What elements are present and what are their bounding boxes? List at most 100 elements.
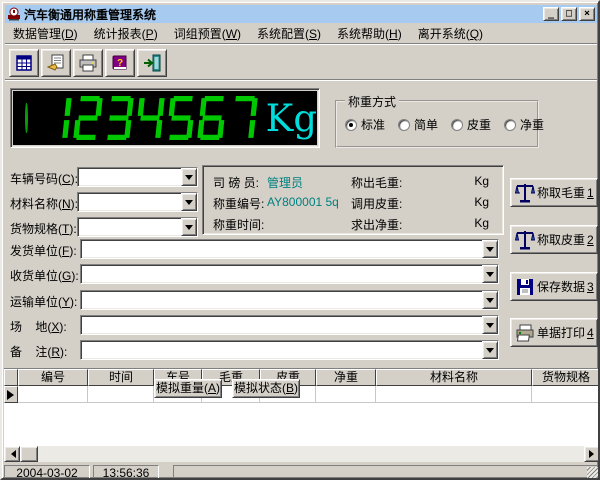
gross-weight-label: 称出毛重: xyxy=(351,174,402,191)
print-receipt-key: 4 xyxy=(587,326,594,340)
material-name-value[interactable] xyxy=(78,193,181,211)
weigh-mode-radio[interactable] xyxy=(451,119,463,131)
receiver-dropdown[interactable] xyxy=(482,265,498,283)
receiver-combo[interactable] xyxy=(80,264,499,284)
shipper-value[interactable] xyxy=(81,240,482,258)
maximize-button[interactable]: □ xyxy=(561,7,577,21)
led-digits xyxy=(41,96,258,140)
simulate-status-button[interactable]: 模拟状态(B) xyxy=(232,379,300,398)
goods-spec-value[interactable] xyxy=(78,218,181,236)
table-row[interactable] xyxy=(4,386,600,403)
remark-value[interactable] xyxy=(81,341,482,359)
vehicle-number-dropdown[interactable] xyxy=(181,168,197,186)
goods-spec-combo[interactable] xyxy=(77,217,198,237)
cell-net[interactable] xyxy=(316,386,376,403)
menu-exit-system[interactable]: 离开系统(Q) xyxy=(410,23,491,44)
shipper-label: 发货单位(F): xyxy=(10,242,77,259)
stable-indicator-lamp xyxy=(25,103,28,133)
window-title: 汽车衡通用称重管理系统 xyxy=(24,6,156,23)
toolbar: ? xyxy=(5,46,597,80)
print-toolbar-button[interactable] xyxy=(73,49,103,77)
scroll-left-button[interactable] xyxy=(4,446,20,462)
menu-data-management[interactable]: 数据管理(D) xyxy=(5,23,86,44)
save-data-button[interactable]: 保存数据3 xyxy=(510,272,598,301)
print-receipt-label: 单据打印 xyxy=(537,324,585,341)
grid-header-spec[interactable]: 货物规格 xyxy=(532,369,600,386)
weigh-tare-label: 称取皮重 xyxy=(537,231,585,248)
minimize-button[interactable]: _ xyxy=(543,7,559,21)
weigh-mode-radio[interactable] xyxy=(345,119,357,131)
weigh-time-label: 称重时间: xyxy=(213,216,264,233)
transporter-value[interactable] xyxy=(81,291,482,309)
scrollbar-thumb[interactable] xyxy=(20,446,38,462)
shipper-combo[interactable] xyxy=(80,239,499,259)
site-dropdown[interactable] xyxy=(482,316,498,334)
menu-system-help[interactable]: 系统帮助(H) xyxy=(329,23,410,44)
site-combo[interactable] xyxy=(80,315,499,335)
goods-spec-dropdown[interactable] xyxy=(181,218,197,236)
cell-spec[interactable] xyxy=(532,386,600,403)
simulate-weight-button[interactable]: 模拟重量(A) xyxy=(154,379,222,398)
report-icon xyxy=(47,54,65,72)
net-weight-label: 求出净重: xyxy=(351,216,402,233)
help-toolbar-button[interactable]: ? xyxy=(105,49,135,77)
grid-header-material[interactable]: 材料名称 xyxy=(376,369,532,386)
report-toolbar-button[interactable] xyxy=(41,49,71,77)
weigh-gross-label: 称取毛重 xyxy=(537,184,585,201)
horizontal-scrollbar[interactable] xyxy=(4,446,600,462)
cell-material[interactable] xyxy=(376,386,532,403)
remark-label: 备 注(R): xyxy=(10,343,67,360)
scale-icon xyxy=(515,229,535,251)
chevron-down-icon xyxy=(185,225,193,234)
goods-spec-label: 货物规格(T): xyxy=(10,220,77,237)
vehicle-number-label: 车辆号码(C): xyxy=(10,170,78,187)
weigh-gross-button[interactable]: 称取毛重1 xyxy=(510,178,598,207)
weigh-mode-option-label[interactable]: 简单 xyxy=(414,116,438,133)
menu-statistics-report[interactable]: 统计报表(P) xyxy=(86,23,166,44)
receiver-value[interactable] xyxy=(81,265,482,283)
grid-header-row: 编号 时间 车号 毛重 皮重 净重 材料名称 货物规格 xyxy=(4,369,600,386)
grid-header-time[interactable]: 时间 xyxy=(88,369,154,386)
vehicle-number-value[interactable] xyxy=(78,168,181,186)
shipper-dropdown[interactable] xyxy=(482,240,498,258)
vehicle-number-combo[interactable] xyxy=(77,167,198,187)
transporter-dropdown[interactable] xyxy=(482,291,498,309)
site-value[interactable] xyxy=(81,316,482,334)
chevron-down-icon xyxy=(486,348,494,357)
data-grid-toolbar-button[interactable] xyxy=(9,49,39,77)
remark-combo[interactable] xyxy=(80,340,499,360)
exit-toolbar-button[interactable] xyxy=(137,49,167,77)
scroll-right-button[interactable] xyxy=(584,446,600,462)
data-grid-icon xyxy=(15,54,33,72)
weigh-tare-button[interactable]: 称取皮重2 xyxy=(510,225,598,254)
status-bar: 2004-03-02 13:56:36 xyxy=(4,464,600,480)
menu-phrase-preset[interactable]: 词组预置(W) xyxy=(166,23,249,44)
print-receipt-button[interactable]: 单据打印4 xyxy=(510,318,598,347)
menu-system-config[interactable]: 系统配置(S) xyxy=(249,23,329,44)
material-name-dropdown[interactable] xyxy=(181,193,197,211)
weigh-mode-option-label[interactable]: 皮重 xyxy=(467,116,491,133)
cell-number[interactable] xyxy=(18,386,88,403)
weigh-mode-option-label[interactable]: 净重 xyxy=(520,116,544,133)
cell-time[interactable] xyxy=(88,386,154,403)
transporter-combo[interactable] xyxy=(80,290,499,310)
weigh-mode-option-label[interactable]: 标准 xyxy=(361,116,385,133)
grid-header-number[interactable]: 编号 xyxy=(18,369,88,386)
weigh-mode-radio[interactable] xyxy=(504,119,516,131)
weigh-mode-title: 称重方式 xyxy=(345,93,399,110)
weigh-mode-radio[interactable] xyxy=(398,119,410,131)
resize-grip[interactable] xyxy=(587,467,599,479)
grid-header-marker xyxy=(4,369,18,386)
current-row-marker xyxy=(4,386,18,403)
operator-value: 管理员 xyxy=(267,174,303,191)
weigh-number-value: AY800001 5q xyxy=(267,195,339,209)
floppy-icon xyxy=(515,277,535,297)
close-button[interactable]: × xyxy=(579,7,595,21)
grid-header-net[interactable]: 净重 xyxy=(316,369,376,386)
app-window: 汽车衡通用称重管理系统 _ □ × 数据管理(D) 统计报表(P) 词组预置(W… xyxy=(0,0,600,480)
tare-weight-label: 调用皮重: xyxy=(351,195,402,212)
printer-icon xyxy=(515,323,535,343)
remark-dropdown[interactable] xyxy=(482,341,498,359)
material-name-combo[interactable] xyxy=(77,192,198,212)
records-grid[interactable]: 编号 时间 车号 毛重 皮重 净重 材料名称 货物规格 xyxy=(4,368,600,446)
